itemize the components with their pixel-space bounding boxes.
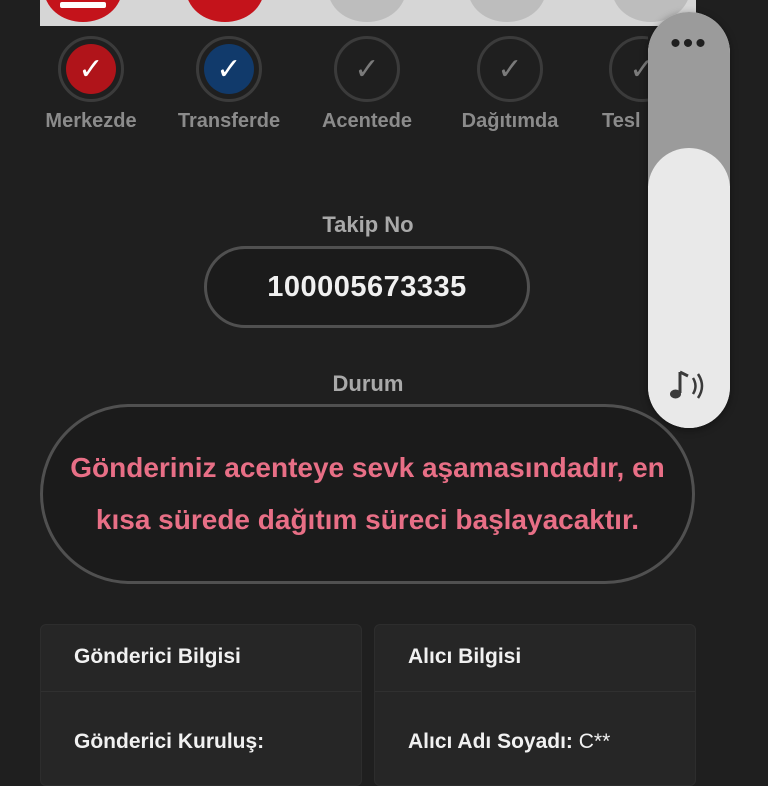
step-ring: ✓ xyxy=(477,36,543,102)
status-title: Durum xyxy=(332,371,404,396)
step-transferde: ✓ Transferde xyxy=(159,36,299,133)
more-options-icon[interactable]: ••• xyxy=(648,29,730,59)
tracking-title: Takip No xyxy=(322,212,414,237)
agency-illustration-icon xyxy=(328,0,406,22)
check-icon: ✓ xyxy=(629,52,648,86)
check-icon: ✓ xyxy=(497,52,523,86)
music-note-icon[interactable] xyxy=(666,366,712,406)
sender-card-title: Gönderici Bilgisi xyxy=(74,645,241,668)
divider xyxy=(375,691,695,692)
volume-panel[interactable]: ••• xyxy=(648,12,730,428)
step-label: Acentede xyxy=(321,110,413,132)
truck-illustration-icon xyxy=(186,0,264,22)
step-label: Merkezde xyxy=(45,110,137,132)
check-icon: ✓ xyxy=(66,44,116,94)
sender-org-row: Gönderici Kuruluş: xyxy=(74,730,264,754)
step-ring: ✓ xyxy=(196,36,262,102)
receiver-card-title: Alıcı Bilgisi xyxy=(408,645,522,668)
sender-org-label: Gönderici Kuruluş: xyxy=(74,730,265,753)
step-merkezde: ✓ Merkezde xyxy=(21,36,161,133)
delivery-illustration-icon xyxy=(468,0,546,22)
step-illustration-strip xyxy=(40,0,696,26)
step-ring: ✓ xyxy=(609,36,648,102)
step-acentede: ✓ Acentede xyxy=(297,36,437,133)
receiver-name-label: Alıcı Adı Soyadı: xyxy=(408,730,573,753)
step-dagitimda: ✓ Dağıtımda xyxy=(440,36,580,133)
status-message: Gönderiniz acenteye sevk aşamasındadır, … xyxy=(70,452,665,535)
warehouse-illustration-icon xyxy=(44,0,122,22)
tracking-number: 100005673335 xyxy=(204,246,530,328)
receiver-name-value: C** xyxy=(578,730,611,753)
check-icon: ✓ xyxy=(354,52,380,86)
sender-card: Gönderici Bilgisi Gönderici Kuruluş: xyxy=(40,624,362,786)
step-label: Transferde xyxy=(177,110,281,132)
check-icon: ✓ xyxy=(204,44,254,94)
step-ring: ✓ xyxy=(58,36,124,102)
divider xyxy=(41,691,361,692)
receiver-card: Alıcı Bilgisi Alıcı Adı Soyadı: C** xyxy=(374,624,696,786)
receiver-name-row: Alıcı Adı Soyadı: C** xyxy=(408,730,610,754)
step-label: Dağıtımda xyxy=(461,110,559,132)
step-teslim: ✓ Tesl xyxy=(578,36,648,133)
step-label: Tesl xyxy=(602,110,641,132)
step-ring: ✓ xyxy=(334,36,400,102)
status-message-box: Gönderiniz acenteye sevk aşamasındadır, … xyxy=(40,404,695,584)
